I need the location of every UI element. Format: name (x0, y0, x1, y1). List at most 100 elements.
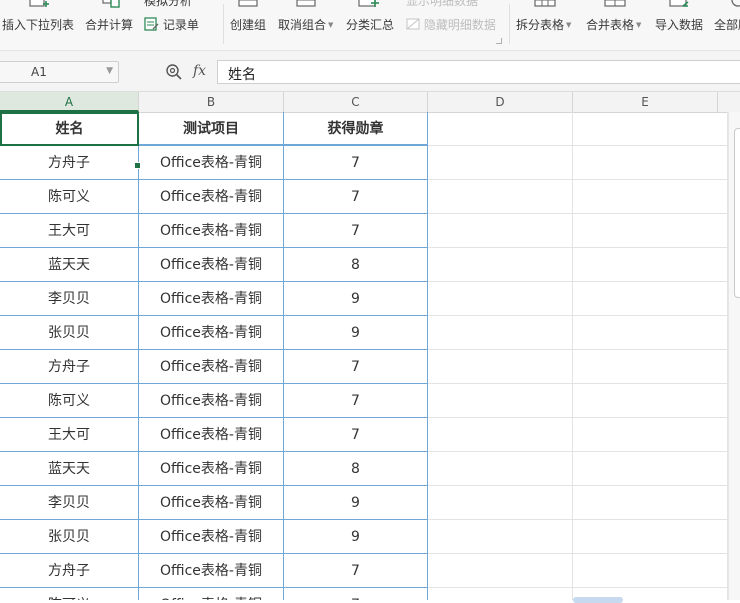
table-cell[interactable]: 方舟子 (0, 146, 139, 180)
table-cell[interactable]: Office表格-青铜 (139, 248, 284, 282)
table-cell[interactable]: 7 (284, 214, 428, 248)
table-cell[interactable]: Office表格-青铜 (139, 418, 284, 452)
table-cell[interactable]: 9 (284, 486, 428, 520)
empty-cell[interactable] (573, 418, 728, 452)
empty-cell[interactable] (573, 350, 728, 384)
column-header-a[interactable]: A (0, 92, 139, 112)
table-cell[interactable]: 9 (284, 520, 428, 554)
table-cell[interactable]: Office表格-青铜 (139, 350, 284, 384)
empty-cell[interactable] (573, 520, 728, 554)
name-box[interactable]: A1 ▼ (0, 61, 119, 83)
empty-cell[interactable] (573, 486, 728, 520)
table-cell[interactable]: Office表格-青铜 (139, 146, 284, 180)
table-cell[interactable]: 陈可义 (0, 588, 139, 600)
empty-cell[interactable] (428, 214, 573, 248)
table-cell[interactable]: 8 (284, 248, 428, 282)
fill-handle[interactable] (134, 162, 141, 169)
vertical-scrollbar[interactable] (728, 112, 740, 600)
table-cell[interactable]: 王大可 (0, 418, 139, 452)
empty-cell[interactable] (428, 350, 573, 384)
chevron-down-icon[interactable]: ▼ (106, 66, 113, 76)
table-cell[interactable]: Office表格-青铜 (139, 214, 284, 248)
empty-cell[interactable] (428, 282, 573, 316)
group-dialog-launcher-icon[interactable] (496, 38, 502, 44)
import-data-button[interactable]: 导入数据 (655, 0, 705, 46)
empty-cell[interactable] (428, 384, 573, 418)
record-form-button[interactable]: 记录单 (144, 16, 199, 33)
empty-cell[interactable] (573, 248, 728, 282)
table-cell[interactable]: 张贝贝 (0, 316, 139, 350)
formula-input[interactable]: 姓名 (217, 60, 740, 84)
table-cell[interactable]: Office表格-青铜 (139, 486, 284, 520)
empty-cell[interactable] (573, 316, 728, 350)
table-cell[interactable]: 张贝贝 (0, 520, 139, 554)
create-group-button[interactable]: 创建组 (230, 0, 270, 46)
table-cell[interactable]: 蓝天天 (0, 452, 139, 486)
empty-cell[interactable] (428, 316, 573, 350)
table-cell[interactable]: 7 (284, 180, 428, 214)
empty-cell[interactable] (428, 486, 573, 520)
table-header-cell[interactable]: 获得勋章 (284, 112, 428, 146)
empty-cell[interactable] (428, 180, 573, 214)
column-header-c[interactable]: C (284, 92, 428, 112)
empty-cell[interactable] (428, 554, 573, 588)
empty-cell[interactable] (573, 384, 728, 418)
table-cell[interactable]: 方舟子 (0, 350, 139, 384)
table-cell[interactable]: 陈可义 (0, 180, 139, 214)
vertical-scrollbar-thumb[interactable] (734, 128, 740, 298)
column-header-b[interactable]: B (139, 92, 284, 112)
empty-cell[interactable] (428, 248, 573, 282)
empty-cell[interactable] (573, 282, 728, 316)
table-cell[interactable]: 王大可 (0, 214, 139, 248)
refresh-all-button[interactable]: 全部刷新 (714, 0, 740, 46)
merge-calculate-button[interactable]: 合并计算 (85, 0, 137, 46)
empty-cell[interactable] (428, 588, 573, 600)
empty-cell[interactable] (573, 452, 728, 486)
table-cell[interactable]: Office表格-青铜 (139, 316, 284, 350)
empty-cell[interactable] (428, 520, 573, 554)
table-cell[interactable]: 7 (284, 418, 428, 452)
split-table-button[interactable]: 拆分表格 ▼ (516, 0, 578, 46)
table-cell[interactable]: 方舟子 (0, 554, 139, 588)
column-header-d[interactable]: D (428, 92, 573, 112)
table-cell[interactable]: 李贝贝 (0, 486, 139, 520)
table-cell[interactable]: 7 (284, 554, 428, 588)
table-cell[interactable]: Office表格-青铜 (139, 588, 284, 600)
empty-cell[interactable] (573, 112, 728, 146)
merge-table-button[interactable]: 合并表格 ▼ (586, 0, 648, 46)
simulation-analysis-button[interactable]: 模拟分析 (144, 0, 192, 9)
empty-cell[interactable] (428, 418, 573, 452)
table-cell[interactable]: Office表格-青铜 (139, 520, 284, 554)
table-cell[interactable]: 7 (284, 384, 428, 418)
show-detail-button[interactable]: 显示明细数据 (406, 0, 478, 9)
table-cell[interactable]: 8 (284, 452, 428, 486)
empty-cell[interactable] (428, 112, 573, 146)
empty-cell[interactable] (428, 146, 573, 180)
column-header-e[interactable]: E (573, 92, 718, 112)
table-cell[interactable]: 蓝天天 (0, 248, 139, 282)
fx-icon[interactable]: fx (193, 63, 206, 79)
empty-cell[interactable] (573, 214, 728, 248)
table-cell[interactable]: 7 (284, 146, 428, 180)
table-cell[interactable]: Office表格-青铜 (139, 554, 284, 588)
table-cell[interactable]: 7 (284, 350, 428, 384)
table-cell[interactable]: 9 (284, 316, 428, 350)
empty-cell[interactable] (573, 146, 728, 180)
table-cell[interactable]: 7 (284, 588, 428, 600)
table-cell[interactable]: 陈可义 (0, 384, 139, 418)
table-header-cell[interactable]: 姓名 (0, 112, 139, 146)
subtotal-button[interactable]: 分类汇总 (346, 0, 398, 46)
empty-cell[interactable] (573, 554, 728, 588)
table-header-cell[interactable]: 测试项目 (139, 112, 284, 146)
empty-cell[interactable] (428, 452, 573, 486)
table-cell[interactable]: Office表格-青铜 (139, 384, 284, 418)
empty-cell[interactable] (573, 180, 728, 214)
insert-dropdown-list-button[interactable]: 插入下拉列表 (2, 0, 78, 46)
ungroup-button[interactable]: 取消组合 ▼ (278, 0, 338, 46)
table-cell[interactable]: Office表格-青铜 (139, 282, 284, 316)
zoom-icon[interactable] (165, 63, 183, 81)
table-cell[interactable]: 9 (284, 282, 428, 316)
table-cell[interactable]: Office表格-青铜 (139, 452, 284, 486)
table-cell[interactable]: 李贝贝 (0, 282, 139, 316)
table-cell[interactable]: Office表格-青铜 (139, 180, 284, 214)
